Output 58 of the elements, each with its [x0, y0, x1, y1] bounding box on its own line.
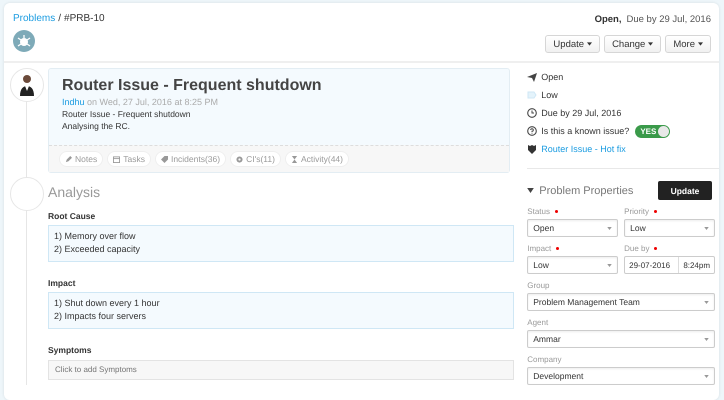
- field-label: Impact: [48, 278, 76, 288]
- tag-icon: [527, 90, 538, 100]
- collapse-caret-icon[interactable]: [527, 188, 534, 193]
- input-field[interactable]: Click to add Symptoms: [48, 360, 514, 380]
- dropdown-button[interactable]: More: [665, 35, 711, 53]
- select-field[interactable]: Development: [527, 367, 715, 385]
- breadcrumb-separator: /: [58, 13, 62, 24]
- field-label: Root Cause: [48, 211, 96, 221]
- caret-icon: [607, 226, 612, 230]
- tag-icon: [160, 156, 168, 162]
- status-text: Open,: [594, 14, 622, 25]
- select-field[interactable]: Problem Management Team: [527, 293, 715, 311]
- priority-text: Low: [541, 90, 558, 100]
- caret-icon: [704, 300, 709, 304]
- due-date-text: Due by 29 Jul, 2016: [541, 108, 622, 118]
- field-label: Impact: [527, 244, 552, 253]
- caret-icon: [648, 42, 654, 46]
- select-field[interactable]: Low: [624, 219, 715, 237]
- clock-icon: [527, 108, 538, 118]
- problem-id: #PRB-10: [64, 13, 105, 24]
- field-label: Group: [527, 281, 550, 290]
- field-label: Company: [527, 355, 562, 364]
- field-label: Status: [527, 207, 550, 216]
- description-line: Router Issue - Frequent shutdown: [61, 109, 192, 119]
- timestamp: on Wed, 27 Jul, 2016 at 8:25 PM: [87, 97, 218, 107]
- pencil-icon: [65, 156, 72, 162]
- status-text: Open: [541, 72, 564, 82]
- text-area[interactable]: 1) Shut down every 1 hour 2) Impacts four servers: [48, 292, 514, 329]
- help-icon: [527, 126, 538, 136]
- caret-icon: [607, 264, 612, 266]
- caret-icon: [704, 338, 709, 340]
- due-date-text: Due by 29 Jul, 2016: [626, 14, 711, 25]
- field-label: Priority: [624, 207, 650, 216]
- caret-icon: [587, 42, 592, 46]
- caret-icon: [698, 42, 703, 46]
- known-issue-label: Is this a known issue?: [541, 126, 630, 136]
- field-label: Due by: [624, 244, 650, 253]
- field-label: Symptoms: [48, 345, 92, 355]
- select-field[interactable]: Open: [527, 219, 618, 237]
- caret-icon: [704, 226, 709, 230]
- shield-icon: [527, 144, 538, 154]
- dropdown-button[interactable]: Change: [604, 35, 662, 53]
- field-label: Agent: [527, 318, 548, 327]
- description-line: Analysing the RC.: [61, 121, 132, 131]
- caret-icon: [704, 374, 709, 378]
- known-issue-toggle[interactable]: YES: [635, 124, 670, 138]
- problem-title: Router Issue - Frequent shutdown: [61, 77, 323, 95]
- paper-plane-icon: [527, 72, 538, 82]
- update-button[interactable]: Update: [658, 181, 712, 200]
- dropdown-button[interactable]: Update: [545, 35, 600, 53]
- section-heading: Analysis: [48, 184, 102, 200]
- text-area[interactable]: 1) Memory over flow 2) Exceeded capacity: [48, 225, 514, 262]
- select-field[interactable]: Ammar: [527, 330, 715, 348]
- select-field[interactable]: Low: [527, 256, 618, 274]
- calendar-icon: [113, 156, 120, 162]
- hourglass-icon: [290, 156, 298, 162]
- panel-title: Problem Properties: [539, 184, 634, 196]
- bug-icon: [13, 30, 35, 52]
